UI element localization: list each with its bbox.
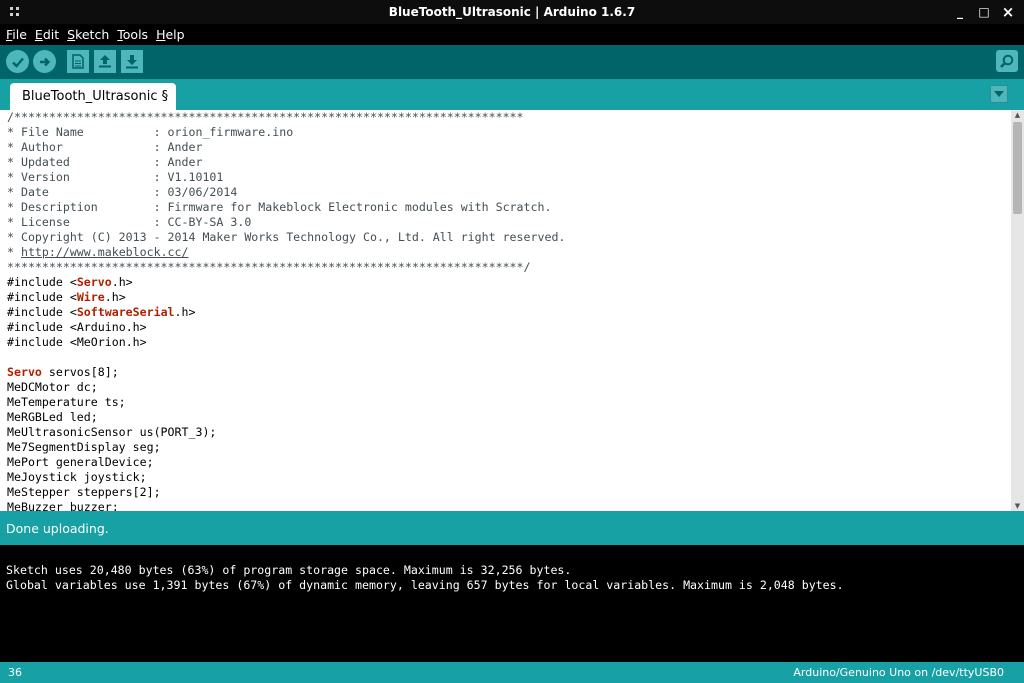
toolbar bbox=[0, 45, 1024, 79]
code-line: MeJoystick joystick; bbox=[7, 470, 147, 484]
new-icon bbox=[72, 54, 84, 69]
scroll-up-icon[interactable]: ▲ bbox=[1011, 110, 1024, 120]
serial-monitor-button[interactable] bbox=[996, 50, 1018, 72]
close-button[interactable]: × bbox=[998, 0, 1018, 24]
code-line: MeUltrasonicSensor us(PORT_3); bbox=[7, 425, 217, 439]
save-button[interactable] bbox=[121, 50, 143, 73]
code-line: * Copyright (C) 2013 - 2014 Maker Works … bbox=[7, 230, 566, 244]
save-icon bbox=[126, 55, 138, 69]
code-line: MeRGBLed led; bbox=[7, 410, 98, 424]
code-line: * Author : Ander bbox=[7, 140, 203, 154]
board-port-label: Arduino/Genuino Uno on /dev/ttyUSB0 bbox=[793, 666, 1004, 679]
makeblock-link[interactable]: http://www.makeblock.cc/ bbox=[21, 245, 189, 259]
menu-help[interactable]: Help bbox=[156, 27, 185, 42]
upload-icon bbox=[39, 57, 50, 66]
code-line: * Updated : Ander bbox=[7, 155, 203, 169]
title-bar: BlueTooth_Ultrasonic | Arduino 1.6.7 _ □… bbox=[0, 0, 1024, 24]
menu-edit[interactable]: Edit bbox=[35, 27, 59, 42]
bottom-status-bar: 36 Arduino/Genuino Uno on /dev/ttyUSB0 bbox=[0, 662, 1024, 683]
code-line: * Date : 03/06/2014 bbox=[7, 185, 238, 199]
code-text[interactable]: /***************************************… bbox=[7, 110, 565, 511]
include-line: #include <SoftwareSerial.h> bbox=[7, 305, 196, 319]
new-button[interactable] bbox=[67, 50, 89, 73]
menu-bar: File Edit Sketch Tools Help bbox=[0, 24, 1024, 45]
code-line: * Description : Firmware for Makeblock E… bbox=[7, 200, 552, 214]
serial-monitor-icon bbox=[1000, 54, 1014, 68]
code-line: * Version : V1.10101 bbox=[7, 170, 224, 184]
code-line: * http://www.makeblock.cc/ bbox=[7, 245, 189, 259]
include-line: #include <Wire.h> bbox=[7, 290, 126, 304]
tab-bluetooth-ultrasonic[interactable]: BlueTooth_Ultrasonic § bbox=[10, 83, 177, 110]
window-title: BlueTooth_Ultrasonic | Arduino 1.6.7 bbox=[388, 5, 636, 19]
chevron-down-icon bbox=[994, 91, 1004, 97]
code-line: MeDCMotor dc; bbox=[7, 380, 98, 394]
include-line: #include <Arduino.h> bbox=[7, 320, 147, 334]
scroll-down-icon[interactable]: ▼ bbox=[1011, 501, 1024, 511]
app-menu-icon[interactable] bbox=[10, 7, 20, 17]
menu-sketch[interactable]: Sketch bbox=[67, 27, 109, 42]
console-line: Global variables use 1,391 bytes (67%) o… bbox=[6, 578, 844, 592]
menu-tools[interactable]: Tools bbox=[117, 27, 148, 42]
include-line: #include <Servo.h> bbox=[7, 275, 133, 289]
editor-scrollbar[interactable]: ▲ ▼ bbox=[1011, 110, 1024, 511]
code-line: Me7SegmentDisplay seg; bbox=[7, 440, 161, 454]
tab-strip: BlueTooth_Ultrasonic § bbox=[0, 79, 1024, 110]
menu-file[interactable]: File bbox=[6, 27, 27, 42]
console-line: Sketch uses 20,480 bytes (63%) of progra… bbox=[6, 563, 572, 577]
scrollbar-thumb[interactable] bbox=[1013, 122, 1022, 214]
open-icon bbox=[99, 55, 111, 68]
tab-menu-button[interactable] bbox=[990, 85, 1008, 103]
open-button[interactable] bbox=[94, 50, 116, 73]
verify-button[interactable] bbox=[6, 50, 29, 73]
console-output[interactable]: Sketch uses 20,480 bytes (63%) of progra… bbox=[0, 545, 1024, 662]
code-line: ****************************************… bbox=[7, 260, 531, 274]
code-line: MePort generalDevice; bbox=[7, 455, 154, 469]
include-line: #include <MeOrion.h> bbox=[7, 335, 147, 349]
verify-icon bbox=[11, 57, 24, 68]
minimize-button[interactable]: _ bbox=[950, 0, 970, 24]
maximize-button[interactable]: □ bbox=[974, 0, 994, 24]
code-line: /***************************************… bbox=[7, 110, 524, 124]
code-line: MeBuzzer buzzer; bbox=[7, 500, 119, 511]
code-line: MeTemperature ts; bbox=[7, 395, 126, 409]
upload-button[interactable] bbox=[33, 50, 56, 73]
status-message: Done uploading. bbox=[6, 521, 109, 536]
code-line: Servo servos[8]; bbox=[7, 365, 119, 379]
code-line: * License : CC-BY-SA 3.0 bbox=[7, 215, 252, 229]
line-number: 36 bbox=[8, 666, 22, 679]
code-editor[interactable]: /***************************************… bbox=[0, 110, 1024, 511]
code-line: * File Name : orion_firmware.ino bbox=[7, 125, 294, 139]
console-text: Sketch uses 20,480 bytes (63%) of progra… bbox=[6, 563, 844, 593]
code-line: MeStepper steppers[2]; bbox=[7, 485, 161, 499]
status-area: Done uploading. bbox=[0, 511, 1024, 545]
